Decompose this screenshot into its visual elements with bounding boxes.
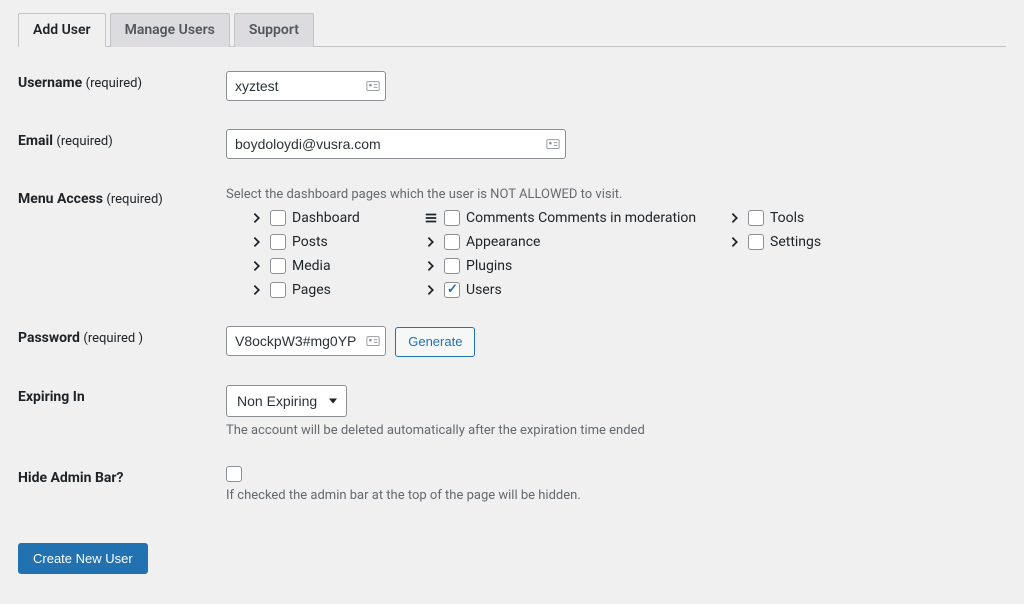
password-label: Password (required ) bbox=[18, 326, 226, 346]
checkbox-media[interactable] bbox=[270, 258, 286, 274]
expiring-hint: The account will be deleted automaticall… bbox=[226, 423, 1006, 438]
email-input[interactable] bbox=[226, 129, 566, 159]
expiring-label: Expiring In bbox=[18, 385, 226, 405]
menu-access-label: Menu Access (required) bbox=[18, 187, 226, 207]
contact-card-icon bbox=[546, 137, 560, 151]
menu-item-label: Settings bbox=[770, 234, 821, 250]
chevron-right-icon[interactable] bbox=[250, 235, 264, 249]
menu-item-label: Tools bbox=[770, 210, 804, 226]
chevron-right-icon[interactable] bbox=[728, 235, 742, 249]
contact-card-icon bbox=[366, 334, 380, 348]
checkbox-appearance[interactable] bbox=[444, 234, 460, 250]
checkbox-dashboard[interactable] bbox=[270, 210, 286, 226]
username-input[interactable] bbox=[226, 71, 386, 101]
checkbox-tools[interactable] bbox=[748, 210, 764, 226]
menu-access-hint: Select the dashboard pages which the use… bbox=[226, 187, 1006, 202]
create-user-button[interactable]: Create New User bbox=[18, 543, 148, 574]
tab-support[interactable]: Support bbox=[234, 13, 314, 47]
chevron-right-icon[interactable] bbox=[250, 211, 264, 225]
password-input[interactable] bbox=[226, 326, 386, 356]
menu-item-label: Plugins bbox=[466, 258, 512, 274]
hide-admin-label: Hide Admin Bar? bbox=[18, 466, 226, 486]
menu-item-label: Appearance bbox=[466, 234, 540, 250]
tabs: Add User Manage Users Support bbox=[18, 12, 1006, 47]
checkbox-users[interactable] bbox=[444, 282, 460, 298]
contact-card-icon bbox=[366, 79, 380, 93]
menu-item-label: Comments Comments in moderation bbox=[466, 210, 696, 226]
hide-admin-checkbox[interactable] bbox=[226, 466, 242, 482]
username-label: Username (required) bbox=[18, 71, 226, 91]
checkbox-posts[interactable] bbox=[270, 234, 286, 250]
chevron-right-icon[interactable] bbox=[250, 259, 264, 273]
chevron-right-icon[interactable] bbox=[728, 211, 742, 225]
chevron-right-icon[interactable] bbox=[250, 283, 264, 297]
checkbox-pages[interactable] bbox=[270, 282, 286, 298]
checkbox-settings[interactable] bbox=[748, 234, 764, 250]
chevron-right-icon[interactable] bbox=[424, 235, 438, 249]
generate-button[interactable]: Generate bbox=[395, 327, 475, 357]
hide-admin-hint: If checked the admin bar at the top of t… bbox=[226, 488, 1006, 503]
menu-item-label: Posts bbox=[292, 234, 328, 250]
menu-item-label: Pages bbox=[292, 282, 331, 298]
expiring-select[interactable]: Non Expiring bbox=[226, 385, 347, 417]
checkbox-plugins[interactable] bbox=[444, 258, 460, 274]
hamburger-icon[interactable] bbox=[424, 211, 438, 225]
menu-item-label: Dashboard bbox=[292, 210, 360, 226]
checkbox-comments[interactable] bbox=[444, 210, 460, 226]
menu-item-label: Users bbox=[466, 282, 502, 298]
tab-add-user[interactable]: Add User bbox=[18, 13, 106, 47]
chevron-right-icon[interactable] bbox=[424, 283, 438, 297]
email-label: Email (required) bbox=[18, 129, 226, 149]
tab-manage-users[interactable]: Manage Users bbox=[110, 13, 230, 47]
menu-item-label: Media bbox=[292, 258, 331, 274]
chevron-right-icon[interactable] bbox=[424, 259, 438, 273]
